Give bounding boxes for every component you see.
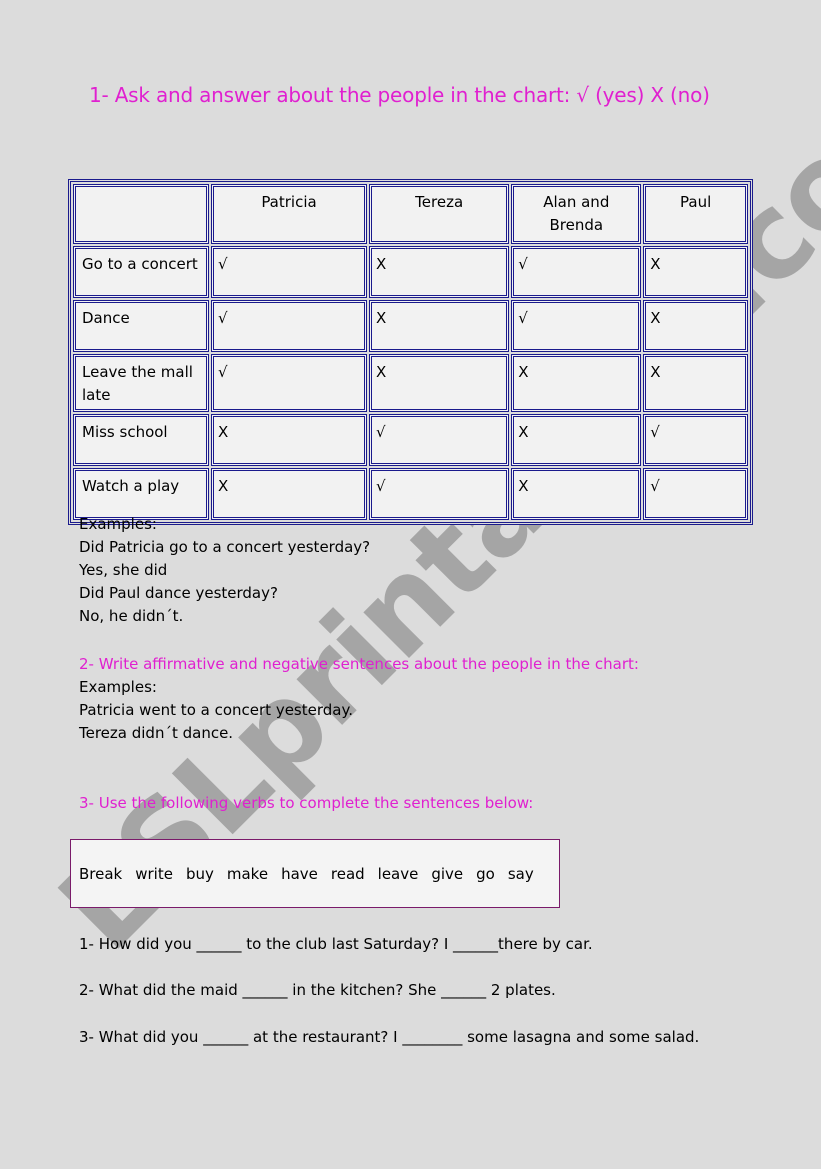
exercise-2-heading: 2- Write affirmative and negative senten… bbox=[79, 655, 639, 673]
mark-cell: √ bbox=[643, 414, 748, 466]
table-row: Dance √ X √ X bbox=[73, 300, 748, 352]
exercise-1-heading: 1- Ask and answer about the people in th… bbox=[89, 83, 710, 107]
activity-chart: Patricia Tereza Alan and Brenda Paul Go … bbox=[68, 179, 753, 525]
verb-box: Break write buy make have read leave giv… bbox=[70, 839, 560, 908]
sentence-2: 2- What did the maid ______ in the kitch… bbox=[79, 981, 556, 999]
mark-cell: X bbox=[643, 300, 748, 352]
mark-cell: X bbox=[511, 468, 642, 520]
header-patricia: Patricia bbox=[211, 184, 368, 244]
verb: say bbox=[507, 864, 534, 883]
mark-cell: √ bbox=[511, 300, 642, 352]
chart-header-row: Patricia Tereza Alan and Brenda Paul bbox=[73, 184, 748, 244]
mark-cell: X bbox=[211, 414, 368, 466]
examples-label: Examples: bbox=[79, 515, 157, 533]
exercise-2: 2- Write affirmative and negative senten… bbox=[79, 653, 639, 745]
mark-cell: √ bbox=[211, 354, 368, 412]
verb: read bbox=[330, 864, 365, 883]
row-label: Miss school bbox=[73, 414, 209, 466]
sentence-1: 1- How did you ______ to the club last S… bbox=[79, 935, 593, 953]
examples-label: Examples: bbox=[79, 678, 157, 696]
mark-cell: X bbox=[511, 414, 642, 466]
row-label: Dance bbox=[73, 300, 209, 352]
example-line: No, he didn´t. bbox=[79, 607, 184, 625]
verb: go bbox=[476, 864, 495, 883]
mark-cell: X bbox=[643, 354, 748, 412]
row-label: Leave the mall late bbox=[73, 354, 209, 412]
table-row: Leave the mall late √ X X X bbox=[73, 354, 748, 412]
header-empty bbox=[73, 184, 209, 244]
mark-cell: X bbox=[369, 246, 510, 298]
verb: give bbox=[431, 864, 464, 883]
example-line: Yes, she did bbox=[79, 561, 168, 579]
mark-cell: X bbox=[643, 246, 748, 298]
header-tereza: Tereza bbox=[369, 184, 510, 244]
row-label: Go to a concert bbox=[73, 246, 209, 298]
table-row: Miss school X √ X √ bbox=[73, 414, 748, 466]
sentence-3: 3- What did you ______ at the restaurant… bbox=[79, 1028, 700, 1046]
verb: have bbox=[281, 864, 318, 883]
mark-cell: X bbox=[511, 354, 642, 412]
mark-cell: √ bbox=[211, 246, 368, 298]
header-paul: Paul bbox=[643, 184, 748, 244]
mark-cell: X bbox=[369, 354, 510, 412]
header-alan-brenda: Alan and Brenda bbox=[511, 184, 642, 244]
mark-cell: √ bbox=[369, 414, 510, 466]
mark-cell: √ bbox=[211, 300, 368, 352]
verb: buy bbox=[185, 864, 214, 883]
verb: Break bbox=[79, 864, 123, 883]
mark-cell: √ bbox=[643, 468, 748, 520]
example-line: Did Paul dance yesterday? bbox=[79, 584, 278, 602]
mark-cell: X bbox=[369, 300, 510, 352]
verb: write bbox=[135, 864, 173, 883]
table-row: Go to a concert √ X √ X bbox=[73, 246, 748, 298]
mark-cell: √ bbox=[369, 468, 510, 520]
verb: leave bbox=[377, 864, 419, 883]
exercise-3-heading: 3- Use the following verbs to complete t… bbox=[79, 794, 534, 812]
examples-1: Examples: Did Patricia go to a concert y… bbox=[79, 513, 370, 628]
mark-cell: √ bbox=[511, 246, 642, 298]
example-line: Tereza didn´t dance. bbox=[79, 724, 234, 742]
verb: make bbox=[226, 864, 269, 883]
example-line: Patricia went to a concert yesterday. bbox=[79, 701, 353, 719]
example-line: Did Patricia go to a concert yesterday? bbox=[79, 538, 371, 556]
